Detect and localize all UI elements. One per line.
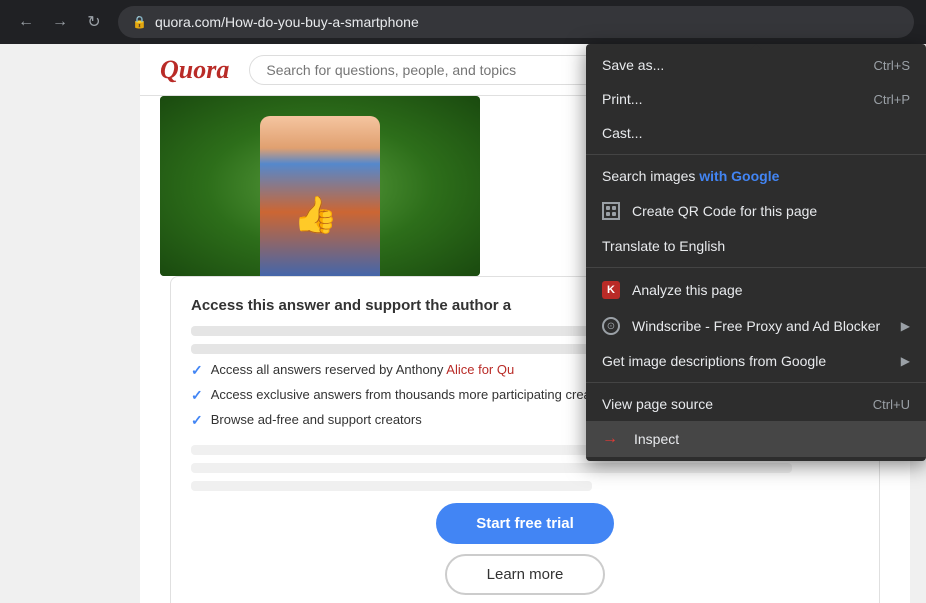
- lock-icon: 🔒: [132, 15, 147, 29]
- feature-text-3: Browse ad-free and support creators: [211, 412, 422, 427]
- menu-divider-3: [586, 382, 926, 383]
- view-source-label: View page source: [602, 396, 713, 412]
- left-sidebar: [0, 44, 140, 603]
- print-shortcut: Ctrl+P: [874, 92, 910, 107]
- blurred-behind-2: [191, 463, 792, 473]
- check-icon-3: ✓: [191, 412, 203, 429]
- inspect-label: Inspect: [634, 431, 679, 447]
- qr-code-icon: [602, 202, 620, 220]
- menu-item-windscribe[interactable]: ⊙ Windscribe - Free Proxy and Ad Blocker…: [586, 308, 926, 344]
- menu-item-search-images[interactable]: Search images with Google: [586, 159, 926, 193]
- blurred-behind-3: [191, 481, 592, 491]
- back-button[interactable]: ←: [12, 8, 40, 36]
- start-trial-button[interactable]: Start free trial: [436, 503, 614, 544]
- save-as-label: Save as...: [602, 57, 664, 73]
- menu-item-cast[interactable]: Cast...: [586, 116, 926, 150]
- menu-item-print[interactable]: Print... Ctrl+P: [586, 82, 926, 116]
- menu-item-save-as[interactable]: Save as... Ctrl+S: [586, 48, 926, 82]
- url-text: quora.com/How-do-you-buy-a-smartphone: [155, 14, 419, 30]
- search-input[interactable]: [249, 55, 609, 85]
- blurred-line-2: [191, 344, 592, 354]
- check-icon-2: ✓: [191, 387, 203, 404]
- analyze-label: Analyze this page: [632, 282, 743, 298]
- check-icon-1: ✓: [191, 362, 203, 379]
- context-menu: Save as... Ctrl+S Print... Ctrl+P Cast..…: [586, 44, 926, 461]
- windscribe-label: Windscribe - Free Proxy and Ad Blocker: [632, 318, 880, 334]
- menu-item-image-desc[interactable]: Get image descriptions from Google ▶: [586, 344, 926, 378]
- forward-button[interactable]: →: [46, 8, 74, 36]
- learn-more-button[interactable]: Learn more: [445, 554, 606, 595]
- article-image: [160, 96, 480, 276]
- menu-divider-1: [586, 154, 926, 155]
- menu-divider-2: [586, 267, 926, 268]
- analyze-k-icon: K: [602, 281, 620, 299]
- translate-label: Translate to English: [602, 238, 725, 254]
- menu-item-translate[interactable]: Translate to English: [586, 229, 926, 263]
- menu-item-analyze[interactable]: K Analyze this page: [586, 272, 926, 308]
- view-source-shortcut: Ctrl+U: [873, 397, 910, 412]
- feature-text-1: Access all answers reserved by Anthony A…: [211, 362, 514, 377]
- page-content: Quora Access this answer and support the…: [0, 44, 926, 603]
- menu-item-inspect[interactable]: → Inspect: [586, 421, 926, 457]
- windscribe-icon: ⊙: [602, 317, 620, 335]
- reload-button[interactable]: ↻: [80, 8, 108, 36]
- windscribe-arrow: ▶: [901, 319, 910, 333]
- image-desc-arrow: ▶: [901, 354, 910, 368]
- menu-item-create-qr[interactable]: Create QR Code for this page: [586, 193, 926, 229]
- create-qr-label: Create QR Code for this page: [632, 203, 817, 219]
- nav-buttons: ← → ↻: [12, 8, 108, 36]
- browser-chrome: ← → ↻ 🔒 quora.com/How-do-you-buy-a-smart…: [0, 0, 926, 44]
- inspect-arrow-icon: →: [602, 430, 618, 448]
- menu-item-view-source[interactable]: View page source Ctrl+U: [586, 387, 926, 421]
- image-desc-label: Get image descriptions from Google: [602, 353, 826, 369]
- address-bar[interactable]: 🔒 quora.com/How-do-you-buy-a-smartphone: [118, 6, 914, 38]
- quora-logo: Quora: [160, 55, 229, 85]
- print-label: Print...: [602, 91, 642, 107]
- save-as-shortcut: Ctrl+S: [874, 58, 910, 73]
- anime-character: [160, 96, 480, 276]
- search-images-label: Search images with Google: [602, 168, 779, 184]
- cast-label: Cast...: [602, 125, 642, 141]
